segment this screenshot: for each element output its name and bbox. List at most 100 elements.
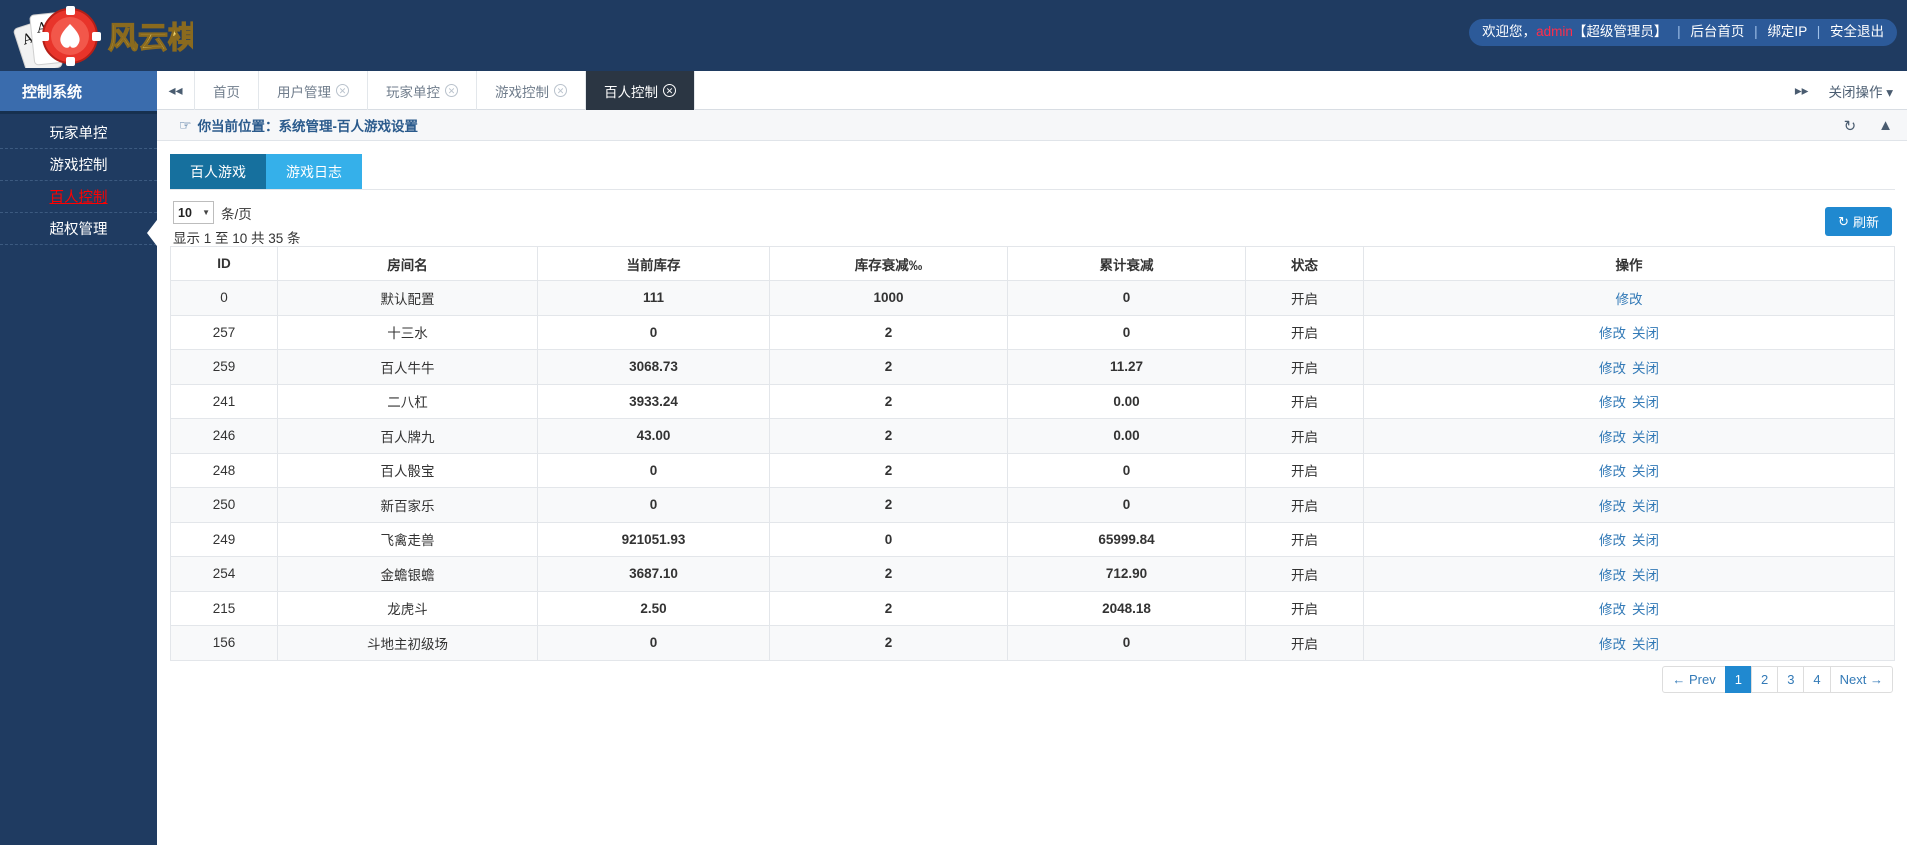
close-operations-menu[interactable]: 关闭操作 ▾	[1828, 81, 1893, 101]
cell-state: 开启	[1246, 453, 1364, 488]
sidebar-title: 控制系统	[0, 71, 157, 114]
edit-link[interactable]: 修改	[1599, 602, 1626, 617]
page-size-select[interactable]: 10 ▼	[173, 201, 214, 224]
table-row: 248百人骰宝020开启修改关闭	[171, 453, 1895, 488]
cell-stock: 2.50	[538, 591, 770, 626]
cell-total: 0	[1008, 626, 1246, 661]
sidebar-item-player-control[interactable]: 玩家单控	[0, 117, 157, 149]
welcome-username: admin	[1536, 24, 1573, 39]
close-link[interactable]: 关闭	[1632, 602, 1659, 617]
edit-link[interactable]: 修改	[1599, 326, 1626, 341]
pagination-prev[interactable]: ← Prev	[1662, 666, 1725, 693]
pagination-page-2[interactable]: 2	[1751, 666, 1778, 693]
cell-stock: 0	[538, 453, 770, 488]
sidebar-item-hundred-control[interactable]: 百人控制	[0, 181, 157, 213]
cell-state: 开启	[1246, 591, 1364, 626]
close-link[interactable]: 关闭	[1632, 361, 1659, 376]
pagination-page-3[interactable]: 3	[1777, 666, 1804, 693]
cell-id: 248	[171, 453, 278, 488]
sidebar: 控制系统 玩家单控 游戏控制 百人控制 超权管理	[0, 71, 157, 845]
cell-stock: 3933.24	[538, 384, 770, 419]
column-header-decay: 库存衰减‰	[770, 247, 1008, 281]
close-link[interactable]: 关闭	[1632, 637, 1659, 652]
table-row: 249飞禽走兽921051.93065999.84开启修改关闭	[171, 522, 1895, 557]
cell-decay: 2	[770, 591, 1008, 626]
close-icon[interactable]: ✕	[445, 84, 458, 97]
link-bind-ip[interactable]: 绑定IP	[1767, 24, 1807, 39]
sidebar-item-super-admin[interactable]: 超权管理	[0, 213, 157, 245]
close-link[interactable]: 关闭	[1632, 533, 1659, 548]
pagination-page-4[interactable]: 4	[1803, 666, 1830, 693]
pagination-page-1[interactable]: 1	[1725, 666, 1752, 693]
cell-stock: 921051.93	[538, 522, 770, 557]
sidebar-item-label: 超权管理	[50, 218, 108, 239]
column-header-total: 累计衰减	[1008, 247, 1246, 281]
edit-link[interactable]: 修改	[1599, 395, 1626, 410]
subtab-hundred-game[interactable]: 百人游戏	[170, 154, 266, 189]
cell-id: 254	[171, 557, 278, 592]
close-link[interactable]: 关闭	[1632, 430, 1659, 445]
cell-state: 开启	[1246, 522, 1364, 557]
edit-link[interactable]: 修改	[1599, 430, 1626, 445]
pagination-next[interactable]: Next →	[1830, 666, 1893, 693]
tab-label: 百人控制	[604, 81, 658, 101]
divider: |	[1817, 24, 1821, 39]
cell-actions: 修改关闭	[1364, 315, 1895, 350]
logo-text: 风云棋牌	[108, 21, 193, 56]
chevrons-left-icon[interactable]: ◂◂	[157, 71, 195, 110]
welcome-role: 【超级管理员】	[1573, 24, 1668, 39]
cell-actions: 修改关闭	[1364, 591, 1895, 626]
tab-label: 用户管理	[277, 81, 331, 101]
column-header-actions: 操作	[1364, 247, 1895, 281]
close-link[interactable]: 关闭	[1632, 568, 1659, 583]
close-link[interactable]: 关闭	[1632, 499, 1659, 514]
refresh-button[interactable]: ↻ 刷新	[1825, 207, 1892, 236]
edit-link[interactable]: 修改	[1599, 464, 1626, 479]
cell-actions: 修改	[1364, 281, 1895, 316]
sidebar-item-label: 百人控制	[50, 186, 108, 207]
close-icon[interactable]: ✕	[663, 84, 676, 97]
link-backend-home[interactable]: 后台首页	[1690, 24, 1744, 39]
tab-home[interactable]: 首页	[195, 71, 259, 110]
close-link[interactable]: 关闭	[1632, 395, 1659, 410]
column-header-id: ID	[171, 247, 278, 281]
tab-user-management[interactable]: 用户管理 ✕	[259, 71, 368, 110]
breadcrumb-text: 你当前位置：系统管理-百人游戏设置	[198, 115, 419, 135]
site-logo[interactable]: A A 风云棋牌	[8, 2, 193, 68]
edit-link[interactable]: 修改	[1599, 361, 1626, 376]
divider: |	[1754, 24, 1758, 39]
cell-actions: 修改关闭	[1364, 384, 1895, 419]
cell-id: 259	[171, 350, 278, 385]
edit-link[interactable]: 修改	[1599, 568, 1626, 583]
subtab-game-log[interactable]: 游戏日志	[266, 154, 362, 189]
tab-game-control[interactable]: 游戏控制 ✕	[477, 71, 586, 110]
close-operations-label: 关闭操作	[1828, 85, 1882, 100]
cell-state: 开启	[1246, 488, 1364, 523]
close-icon[interactable]: ✕	[554, 84, 567, 97]
close-link[interactable]: 关闭	[1632, 326, 1659, 341]
cell-decay: 1000	[770, 281, 1008, 316]
column-header-stock: 当前库存	[538, 247, 770, 281]
cell-id: 250	[171, 488, 278, 523]
edit-link[interactable]: 修改	[1599, 637, 1626, 652]
cell-total: 0.00	[1008, 384, 1246, 419]
chevron-up-icon[interactable]: ▲	[1878, 117, 1893, 134]
close-icon[interactable]: ✕	[336, 84, 349, 97]
cell-actions: 修改关闭	[1364, 626, 1895, 661]
close-link[interactable]: 关闭	[1632, 464, 1659, 479]
sidebar-item-game-control[interactable]: 游戏控制	[0, 149, 157, 181]
refresh-icon: ↻	[1838, 214, 1849, 230]
cell-id: 241	[171, 384, 278, 419]
table-body: 0默认配置11110000开启修改257十三水020开启修改关闭259百人牛牛3…	[171, 281, 1895, 661]
circular-refresh-icon[interactable]: ↻	[1844, 117, 1857, 135]
edit-link[interactable]: 修改	[1599, 533, 1626, 548]
link-logout[interactable]: 安全退出	[1830, 24, 1884, 39]
edit-link[interactable]: 修改	[1599, 499, 1626, 514]
chevrons-right-icon[interactable]: ▸▸	[1795, 83, 1809, 99]
subtab-label: 百人游戏	[190, 162, 246, 182]
cell-id: 156	[171, 626, 278, 661]
tab-hundred-control[interactable]: 百人控制 ✕	[586, 71, 695, 110]
cell-state: 开启	[1246, 626, 1364, 661]
edit-link[interactable]: 修改	[1616, 292, 1643, 307]
tab-player-control[interactable]: 玩家单控 ✕	[368, 71, 477, 110]
